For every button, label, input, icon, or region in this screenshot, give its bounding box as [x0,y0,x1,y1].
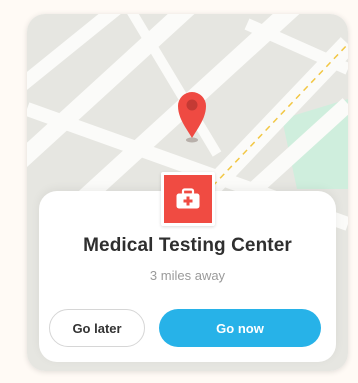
location-card: Medical Testing Center 3 miles away Go l… [27,14,348,371]
place-name: Medical Testing Center [83,235,292,256]
go-now-button[interactable]: Go now [159,309,321,347]
place-distance: 3 miles away [149,268,226,283]
location-pin-icon [178,92,206,143]
go-later-button[interactable]: Go later [49,309,145,347]
medical-kit-icon [161,172,215,226]
